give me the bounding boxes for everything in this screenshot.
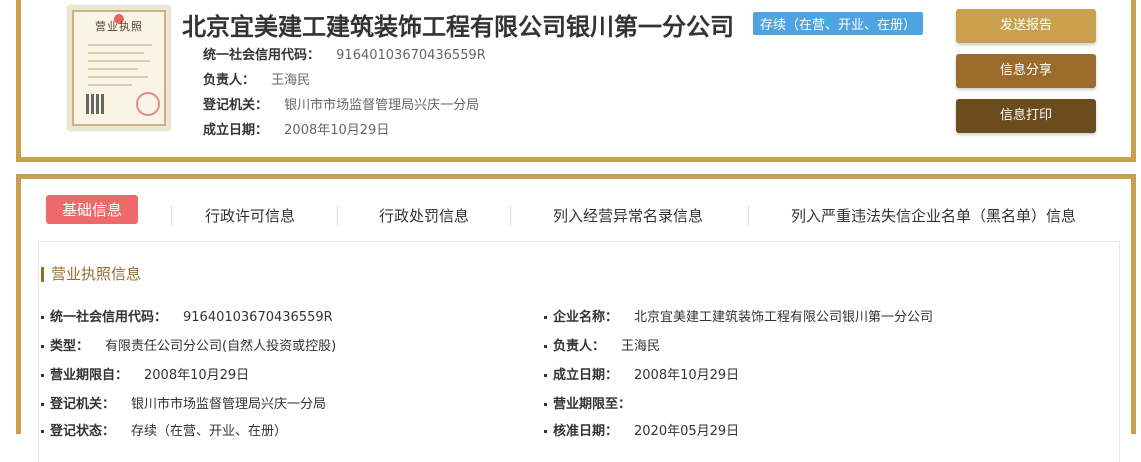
established-date-label: 成立日期： xyxy=(203,123,269,138)
tab-blacklist[interactable]: 列入严重违法失信企业名单（黑名单）信息 xyxy=(791,205,1076,226)
field-label: 登记状态： xyxy=(50,424,116,439)
details-card: 基础信息 行政许可信息 行政处罚信息 列入经营异常名录信息 列入严重违法失信企业… xyxy=(16,174,1136,462)
license-frame: 营业执照 xyxy=(72,10,166,126)
license-text-line xyxy=(88,60,150,62)
qr-code-icon xyxy=(86,94,106,114)
field-label: 登记机关： xyxy=(50,397,116,412)
print-info-button[interactable]: 信息打印 xyxy=(956,99,1096,133)
license-title: 营业执照 xyxy=(95,20,143,33)
legal-rep-row: 负责人： 王海民 xyxy=(203,69,310,88)
field-value: 存续（在营、开业、在册） xyxy=(131,424,288,439)
tab-abnormal-operation[interactable]: 列入经营异常名录信息 xyxy=(553,205,703,226)
license-text-line xyxy=(88,76,148,78)
field-value: 银川市市场监督管理局兴庆一分局 xyxy=(131,397,327,412)
bullet-icon xyxy=(41,374,44,377)
tab-administrative-penalty[interactable]: 行政处罚信息 xyxy=(379,205,469,226)
field-label: 营业期限至： xyxy=(553,397,632,412)
field-term-from: 营业期限自： 2008年10月29日 xyxy=(41,364,249,383)
field-value: 2008年10月29日 xyxy=(634,368,740,383)
license-text-line xyxy=(88,84,132,86)
field-person-in-charge: 负责人： 王海民 xyxy=(544,335,660,354)
field-registration-authority: 登记机关： 银川市市场监督管理局兴庆一分局 xyxy=(41,393,326,412)
field-established-date: 成立日期： 2008年10月29日 xyxy=(544,364,739,383)
registration-authority-row: 登记机关： 银川市市场监督管理局兴庆一分局 xyxy=(203,94,479,113)
registration-authority-value: 银川市市场监督管理局兴庆一分局 xyxy=(284,98,480,113)
section-title: 营业执照信息 xyxy=(41,267,141,282)
bullet-icon xyxy=(544,316,547,319)
field-term-to: 营业期限至： xyxy=(544,393,647,412)
field-credit-code: 统一社会信用代码： 91640103670436559R xyxy=(41,306,333,325)
bullet-icon xyxy=(41,430,44,433)
bullet-icon xyxy=(544,374,547,377)
field-value: 王海民 xyxy=(621,339,661,354)
field-label: 统一社会信用代码： xyxy=(50,310,168,325)
company-name: 北京宜美建工建筑装饰工程有限公司银川第一分公司 xyxy=(182,13,734,41)
bullet-icon xyxy=(41,345,44,348)
field-value: 有限责任公司分公司(自然人投资或控股) xyxy=(105,339,337,354)
tab-administrative-license[interactable]: 行政许可信息 xyxy=(205,205,295,226)
field-value: 2008年10月29日 xyxy=(144,368,250,383)
established-date-row: 成立日期： 2008年10月29日 xyxy=(203,119,389,138)
credit-code-label: 统一社会信用代码： xyxy=(203,48,321,63)
field-value: 北京宜美建工建筑装饰工程有限公司银川第一分公司 xyxy=(634,310,934,325)
tab-basic-info[interactable]: 基础信息 xyxy=(46,195,139,224)
field-label: 企业名称： xyxy=(553,310,619,325)
field-label: 核准日期： xyxy=(553,424,619,439)
field-value: 91640103670436559R xyxy=(183,310,333,325)
credit-code-row: 统一社会信用代码： 91640103670436559R xyxy=(203,44,486,63)
company-header-card: 营业执照 北京宜美建工建筑装饰工程有限公司银川第一分公司 存续（在营、开业、在册… xyxy=(16,0,1136,162)
field-label: 营业期限自： xyxy=(50,368,129,383)
field-value: 2020年05月29日 xyxy=(634,424,740,439)
tab-divider xyxy=(171,205,172,225)
send-report-button[interactable]: 发送报告 xyxy=(956,9,1096,43)
tab-bar: 基础信息 行政许可信息 行政处罚信息 列入经营异常名录信息 列入严重违法失信企业… xyxy=(21,179,1131,239)
tab-divider xyxy=(510,205,511,225)
bullet-icon xyxy=(41,316,44,319)
tab-divider xyxy=(748,205,749,225)
license-info-panel: 营业执照信息 统一社会信用代码： 91640103670436559R 类型： 有限… xyxy=(38,241,1120,462)
field-company-type: 类型： 有限责任公司分公司(自然人投资或控股) xyxy=(41,335,336,354)
bullet-icon xyxy=(544,403,547,406)
legal-rep-value: 王海民 xyxy=(271,73,311,88)
official-seal-icon xyxy=(136,92,160,116)
field-label: 成立日期： xyxy=(553,368,619,383)
registration-authority-label: 登记机关： xyxy=(203,98,269,113)
license-text-line xyxy=(88,52,144,54)
field-label: 类型： xyxy=(50,339,90,354)
license-text-line xyxy=(88,68,138,70)
bullet-icon xyxy=(544,430,547,433)
credit-code-value: 91640103670436559R xyxy=(336,48,486,63)
license-text-line xyxy=(88,44,152,46)
legal-rep-label: 负责人： xyxy=(203,73,256,88)
established-date-value: 2008年10月29日 xyxy=(284,123,390,138)
bullet-icon xyxy=(544,345,547,348)
field-registration-status: 登记状态： 存续（在营、开业、在册） xyxy=(41,420,287,439)
field-company-name: 企业名称： 北京宜美建工建筑装饰工程有限公司银川第一分公司 xyxy=(544,306,933,325)
field-label: 负责人： xyxy=(553,339,606,354)
bullet-icon xyxy=(41,403,44,406)
tab-divider xyxy=(337,205,338,225)
field-approval-date: 核准日期： 2020年05月29日 xyxy=(544,420,739,439)
status-badge: 存续（在营、开业、在册） xyxy=(753,12,924,35)
business-license-image[interactable]: 营业执照 xyxy=(68,6,170,130)
share-info-button[interactable]: 信息分享 xyxy=(956,54,1096,88)
